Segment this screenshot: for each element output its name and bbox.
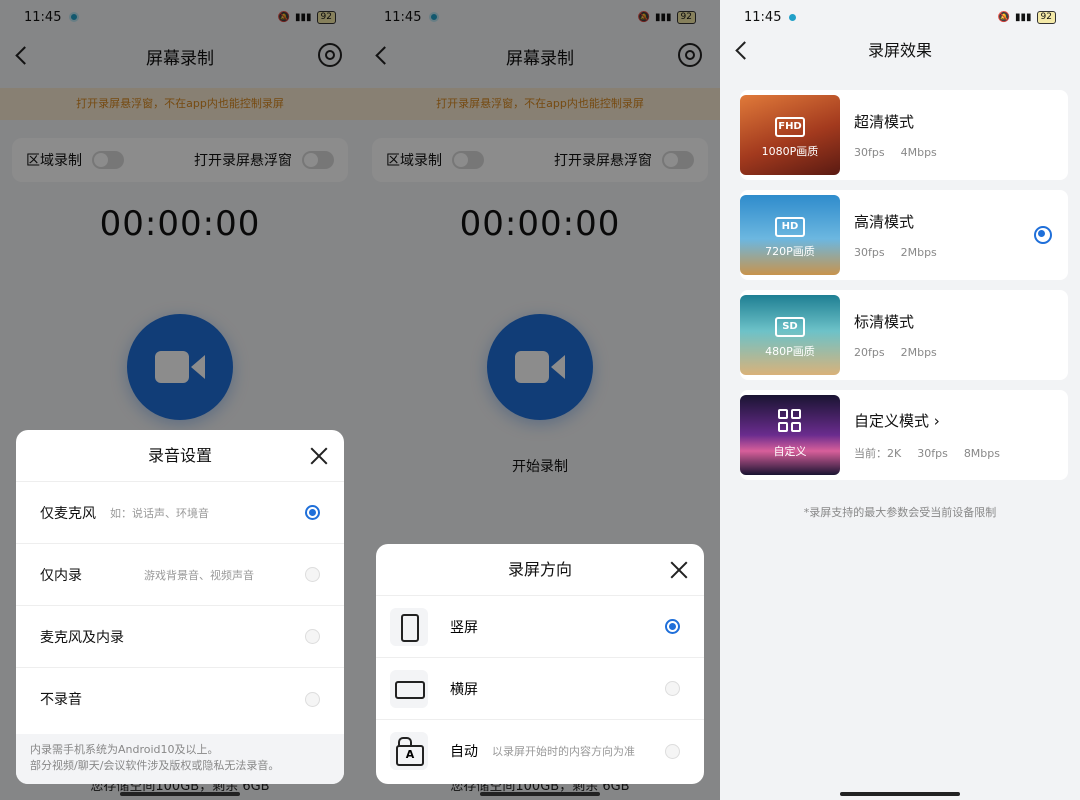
option-hint: 以录屏开始时的内容方向为准 bbox=[492, 745, 635, 758]
radio-selected[interactable] bbox=[305, 505, 320, 520]
sheet-header: 录屏方向 bbox=[376, 544, 704, 596]
custom-mode-name: 自定义模式 bbox=[854, 411, 930, 430]
card-info: 自定义模式 › 当前：2K 30fps 8Mbps bbox=[854, 410, 1016, 461]
orientation-option-auto[interactable]: 自动 以录屏开始时的内容方向为准 bbox=[376, 720, 704, 782]
chevron-right-icon: › bbox=[933, 411, 940, 430]
fhd-badge: FHD bbox=[775, 117, 805, 137]
screen-record-panel-orientation: 11:45 🔕 ▮▮▮ 92 屏幕录制 打开录屏悬浮窗，不在app内也能控制录屏 区… bbox=[360, 0, 720, 800]
option-label: 仅内录 bbox=[40, 567, 82, 584]
custom-label: 自定义 bbox=[773, 445, 807, 458]
audio-note: 内录需手机系统为Android10及以上。 部分视频/聊天/会议软件涉及版权或隐… bbox=[16, 734, 344, 784]
orientation-option-portrait[interactable]: 竖屏 bbox=[376, 596, 704, 658]
radio-selected[interactable] bbox=[665, 619, 680, 634]
audio-option-mic[interactable]: 仅麦克风 如：说话声、环境音 bbox=[16, 482, 344, 544]
hd-thumbnail: HD 720P画质 bbox=[740, 195, 840, 275]
back-arrow-icon[interactable] bbox=[732, 37, 756, 65]
fps-value: 30fps bbox=[854, 246, 885, 259]
fps-value: 30fps bbox=[917, 446, 948, 460]
card-info: 高清模式 30fps 2Mbps bbox=[854, 211, 953, 259]
radio-unselected[interactable] bbox=[305, 691, 320, 707]
quality-label: 480P画质 bbox=[765, 345, 815, 358]
option-label: 横屏 bbox=[450, 681, 478, 698]
card-info: 标清模式 20fps 2Mbps bbox=[854, 311, 953, 359]
portrait-icon bbox=[390, 607, 428, 646]
hd-badge: HD bbox=[775, 217, 805, 237]
custom-thumbnail: 自定义 bbox=[740, 395, 840, 475]
quality-label: 720P画质 bbox=[765, 245, 815, 258]
mode-meta: 30fps 4Mbps bbox=[854, 146, 953, 159]
auto-rotate-icon bbox=[390, 732, 428, 770]
note-line: 部分视频/聊天/会议软件涉及版权或隐私无法录音。 bbox=[30, 759, 280, 772]
option-label: 麦克风及内录 bbox=[40, 629, 124, 646]
radio-unselected[interactable] bbox=[305, 629, 320, 644]
home-indicator[interactable] bbox=[480, 792, 600, 796]
grid-icon bbox=[778, 409, 802, 433]
status-bar: 11:45 🔕 ▮▮▮ 92 bbox=[720, 0, 1080, 34]
audio-option-none[interactable]: 不录音 bbox=[16, 668, 344, 730]
quality-card-hd[interactable]: HD 720P画质 高清模式 30fps 2Mbps bbox=[740, 190, 1068, 280]
mode-meta: 30fps 2Mbps bbox=[854, 246, 953, 259]
orientation-sheet: 录屏方向 竖屏 横屏 自动 以录屏开始时的内容方向为准 bbox=[376, 544, 704, 784]
sheet-title: 录音设置 bbox=[147, 446, 212, 465]
option-hint: 如：说话声、环境音 bbox=[110, 506, 209, 520]
option-label: 自动 bbox=[450, 744, 478, 760]
bitrate-value: 4Mbps bbox=[900, 146, 937, 159]
home-indicator[interactable] bbox=[840, 792, 960, 796]
option-hint: 游戏背景音、视频声音 bbox=[144, 568, 254, 582]
quality-footnote: *录屏支持的最大参数会受当前设备限制 bbox=[803, 506, 997, 519]
mode-meta: 20fps 2Mbps bbox=[854, 346, 953, 359]
card-info: 超清模式 30fps 4Mbps bbox=[854, 111, 953, 159]
sd-badge: SD bbox=[775, 317, 805, 337]
resolution-value: 当前：2K bbox=[854, 446, 902, 460]
note-line: 内录需手机系统为Android10及以上。 bbox=[30, 743, 219, 756]
sheet-title: 录屏方向 bbox=[507, 560, 572, 579]
sheet-header: 录音设置 bbox=[16, 430, 344, 482]
mode-name: 超清模式 bbox=[854, 113, 915, 131]
app-notification-icon bbox=[789, 13, 797, 21]
close-icon[interactable] bbox=[310, 447, 328, 465]
screen-record-panel-audio: 11:45 🔕 ▮▮▮ 92 屏幕录制 打开录屏悬浮窗，不在app内也能控制录屏 区… bbox=[0, 0, 360, 800]
top-bar: 录屏效果 bbox=[720, 34, 1080, 68]
fps-value: 30fps bbox=[854, 146, 885, 159]
mode-meta: 当前：2K 30fps 8Mbps bbox=[854, 445, 1016, 461]
battery-icon: 92 bbox=[1036, 10, 1056, 24]
home-indicator[interactable] bbox=[120, 792, 240, 796]
mode-name: 高清模式 bbox=[854, 213, 915, 231]
orientation-option-landscape[interactable]: 横屏 bbox=[376, 658, 704, 720]
mode-name: 标清模式 bbox=[854, 313, 915, 331]
sd-thumbnail: SD 480P画质 bbox=[740, 295, 840, 375]
radio-unselected[interactable] bbox=[665, 681, 680, 696]
bitrate-value: 8Mbps bbox=[963, 446, 1000, 460]
option-label: 不录音 bbox=[40, 692, 82, 708]
quality-card-custom[interactable]: 自定义 自定义模式 › 当前：2K 30fps 8Mbps bbox=[740, 390, 1068, 480]
fps-value: 20fps bbox=[854, 346, 885, 359]
status-time: 11:45 bbox=[744, 9, 782, 25]
quality-card-fhd[interactable]: FHD 1080P画质 超清模式 30fps 4Mbps bbox=[740, 90, 1068, 180]
landscape-icon bbox=[390, 669, 428, 708]
page-title: 录屏效果 bbox=[867, 41, 932, 60]
audio-option-mic-internal[interactable]: 麦克风及内录 bbox=[16, 606, 344, 668]
mode-name: 自定义模式 › bbox=[854, 410, 1016, 431]
fhd-thumbnail: FHD 1080P画质 bbox=[740, 95, 840, 175]
signal-icon: ▮▮▮ bbox=[1015, 11, 1032, 23]
bitrate-value: 2Mbps bbox=[900, 246, 937, 259]
record-quality-panel: 11:45 🔕 ▮▮▮ 92 录屏效果 FHD 1080P画质 超清模式 30fps… bbox=[720, 0, 1080, 800]
quality-label: 1080P画质 bbox=[761, 145, 819, 158]
radio-unselected[interactable] bbox=[665, 743, 680, 759]
option-label: 仅麦克风 bbox=[40, 505, 96, 522]
radio-unselected[interactable] bbox=[305, 567, 320, 582]
bell-icon: 🔕 bbox=[997, 11, 1011, 23]
quality-card-sd[interactable]: SD 480P画质 标清模式 20fps 2Mbps bbox=[740, 290, 1068, 380]
option-label: 竖屏 bbox=[450, 619, 478, 636]
audio-settings-sheet: 录音设置 仅麦克风 如：说话声、环境音 仅内录 游戏背景音、视频声音 麦克风及内… bbox=[16, 430, 344, 784]
close-icon[interactable] bbox=[670, 561, 688, 579]
bitrate-value: 2Mbps bbox=[900, 346, 937, 359]
audio-option-internal[interactable]: 仅内录 游戏背景音、视频声音 bbox=[16, 544, 344, 606]
radio-selected[interactable] bbox=[1034, 226, 1052, 244]
